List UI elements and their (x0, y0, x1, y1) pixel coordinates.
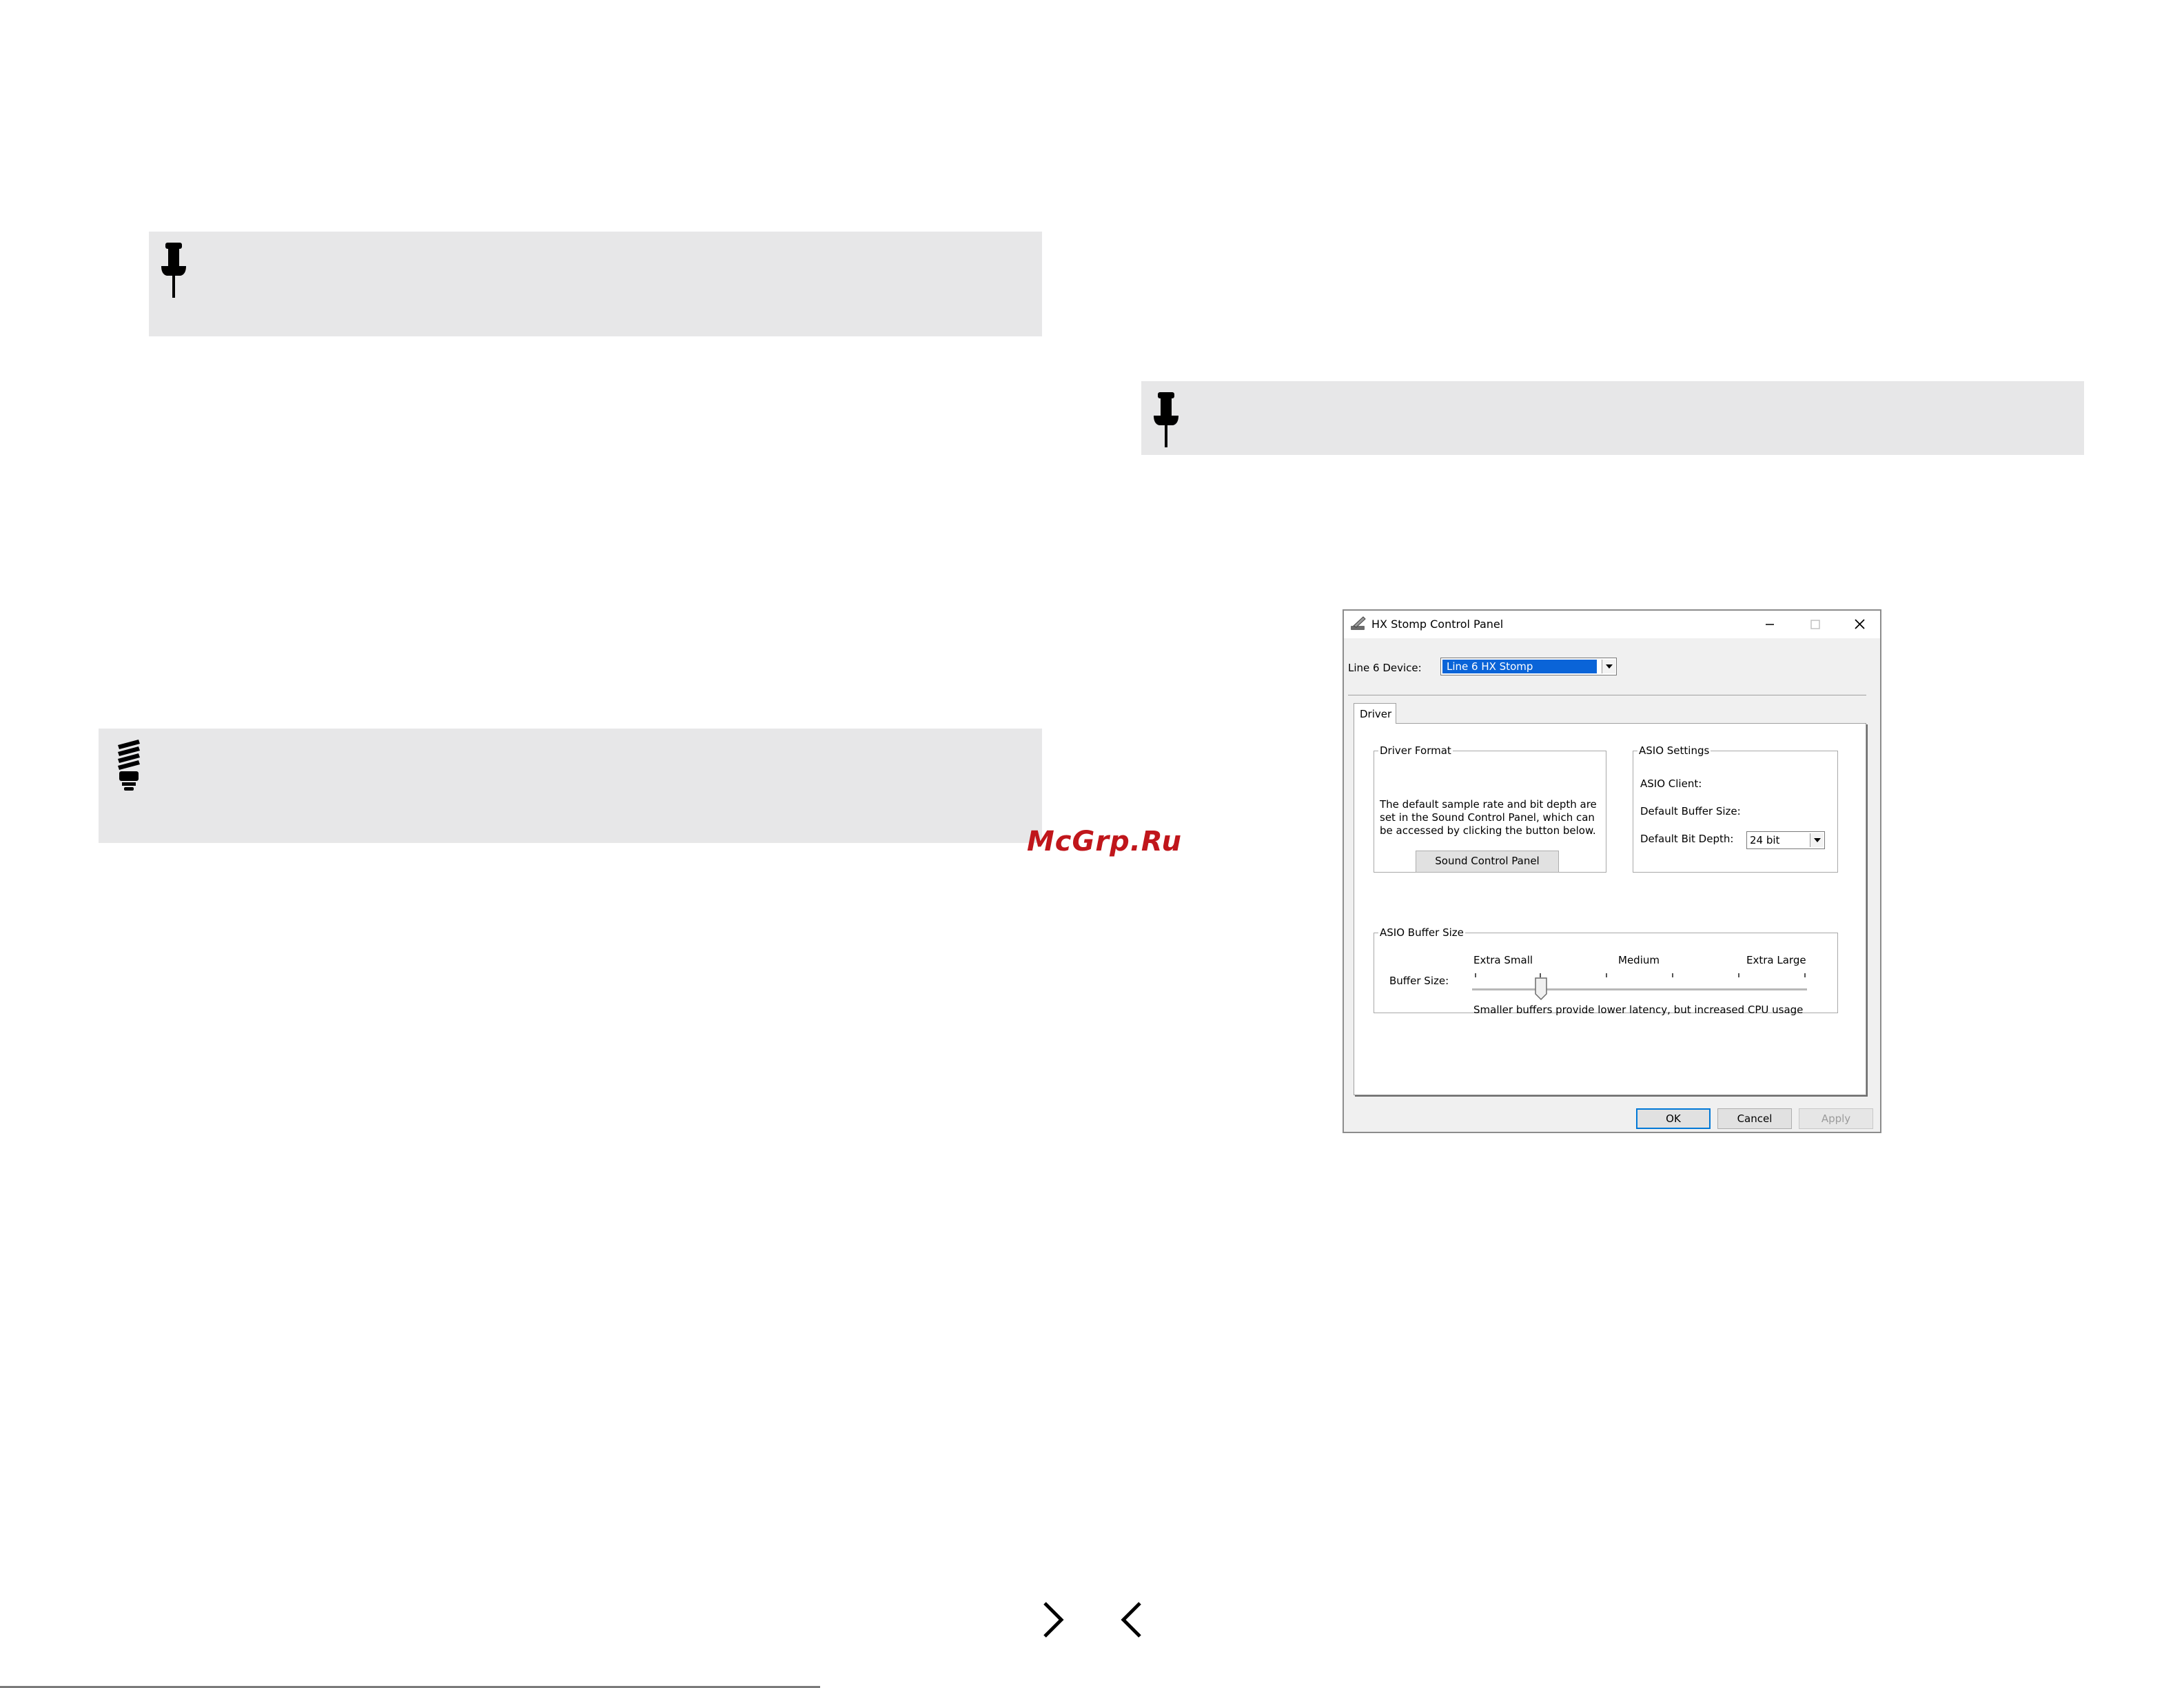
buffer-size-label: Buffer Size: (1389, 975, 1449, 987)
tip-box-left (99, 729, 1042, 843)
asio-client-label: ASIO Client: (1640, 777, 1702, 790)
window-title: HX Stomp Control Panel (1371, 618, 1504, 631)
minimize-button[interactable] (1751, 611, 1789, 638)
buffer-size-slider-track[interactable] (1472, 988, 1807, 990)
maximize-icon (1810, 620, 1820, 629)
tab-driver[interactable]: Driver (1354, 703, 1396, 724)
slider-tick (1606, 973, 1607, 977)
chevron-down-icon[interactable] (1810, 833, 1824, 847)
title-bar: HX Stomp Control Panel (1344, 611, 1880, 638)
pushpin-icon (1154, 392, 1178, 447)
buffer-size-slider-thumb[interactable] (1534, 977, 1548, 1001)
sound-control-panel-button[interactable]: Sound Control Panel (1416, 851, 1559, 873)
close-icon (1855, 619, 1865, 629)
chevron-right-icon[interactable] (1039, 1600, 1067, 1639)
driver-format-description: The default sample rate and bit depth ar… (1380, 798, 1597, 837)
bit-depth-select[interactable]: 24 bit (1746, 831, 1825, 849)
driver-format-legend: Driver Format (1380, 744, 1451, 757)
apply-button[interactable]: Apply (1799, 1108, 1873, 1129)
tick-label-extra-small: Extra Small (1473, 954, 1533, 966)
slider-tick (1804, 973, 1806, 977)
minimize-icon (1766, 624, 1774, 625)
note-box-right (1141, 381, 2084, 455)
asio-settings-legend: ASIO Settings (1639, 744, 1710, 757)
note-box-top-left (149, 232, 1042, 336)
driver-format-group: Driver Format The default sample rate an… (1374, 744, 1606, 873)
device-select[interactable]: Line 6 HX Stomp (1440, 658, 1617, 675)
chevron-left-icon[interactable] (1118, 1600, 1145, 1639)
slider-tick (1672, 973, 1673, 977)
ok-button[interactable]: OK (1636, 1108, 1711, 1129)
buffer-size-hint: Smaller buffers provide lower latency, b… (1473, 1004, 1804, 1016)
slider-tick (1738, 973, 1739, 977)
default-buffer-size-label: Default Buffer Size: (1640, 805, 1741, 817)
app-icon (1351, 616, 1366, 630)
chevron-down-icon[interactable] (1602, 660, 1615, 673)
asio-settings-group: ASIO Settings ASIO Client: Default Buffe… (1633, 744, 1838, 873)
device-selected-value: Line 6 HX Stomp (1442, 660, 1597, 673)
tick-label-medium: Medium (1618, 954, 1660, 966)
pushpin-icon (161, 243, 186, 298)
maximize-button[interactable] (1796, 611, 1835, 638)
close-button[interactable] (1840, 611, 1879, 638)
watermark-text: McGrp.Ru (1027, 826, 1182, 857)
device-label: Line 6 Device: (1348, 662, 1422, 674)
default-bit-depth-label: Default Bit Depth: (1640, 833, 1734, 845)
asio-buffer-size-legend: ASIO Buffer Size (1380, 926, 1464, 939)
tick-label-extra-large: Extra Large (1746, 954, 1806, 966)
bit-depth-selected-value: 24 bit (1750, 834, 1780, 846)
control-panel-window: HX Stomp Control Panel Line 6 Device: Li… (1343, 609, 1881, 1133)
asio-buffer-size-group: ASIO Buffer Size Buffer Size: Extra Smal… (1374, 926, 1838, 1016)
slider-tick (1475, 973, 1476, 977)
cancel-button[interactable]: Cancel (1717, 1108, 1792, 1129)
lightbulb-icon (118, 740, 140, 791)
driver-tab-panel: Driver Format The default sample rate an… (1354, 723, 1866, 1095)
